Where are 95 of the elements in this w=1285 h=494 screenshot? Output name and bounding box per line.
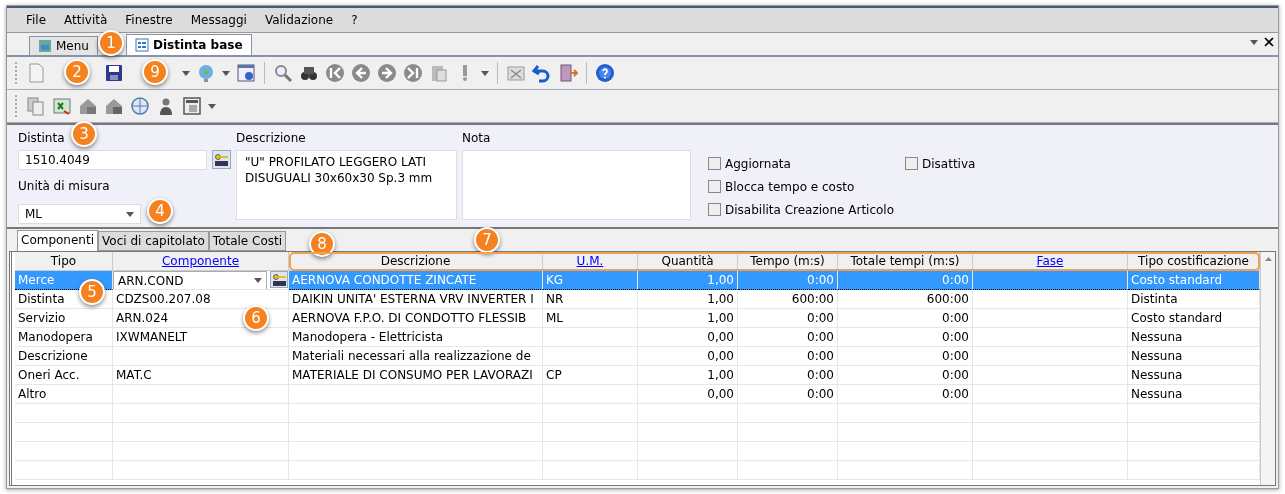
caret-icon[interactable] bbox=[126, 211, 134, 217]
table-cell: 1,00 bbox=[638, 290, 738, 309]
key-icon bbox=[214, 152, 229, 167]
menu-item[interactable]: ? bbox=[342, 13, 367, 27]
caret-icon[interactable] bbox=[182, 70, 190, 76]
table-cell: Manodopera bbox=[15, 328, 113, 347]
caret-icon[interactable] bbox=[208, 103, 216, 109]
table-cell: AERNOVA CONDOTTE ZINCATE bbox=[289, 271, 543, 290]
table-cell: Servizio bbox=[15, 309, 113, 328]
table-cell: 0:00 bbox=[838, 366, 973, 385]
table-cell: 0:00 bbox=[838, 385, 973, 404]
table-cell: Altro bbox=[15, 385, 113, 404]
lookup-button[interactable] bbox=[212, 150, 231, 169]
table-cell: 0,00 bbox=[638, 328, 738, 347]
last-icon[interactable] bbox=[403, 63, 423, 83]
caret-icon[interactable] bbox=[254, 278, 262, 283]
table-cell: 600:00 bbox=[738, 290, 838, 309]
caret-icon[interactable] bbox=[1250, 39, 1258, 45]
text-area[interactable]: "U" PROFILATO LEGGERO LATI DISUGUALI 30x60x30 Sp.3 mm bbox=[236, 150, 457, 220]
checkbox[interactable]: Aggiornata bbox=[708, 152, 905, 175]
checkbox[interactable]: Disattiva bbox=[905, 152, 976, 175]
table-cell: 0,00 bbox=[638, 385, 738, 404]
table-cell: 0:00 bbox=[838, 347, 973, 366]
table-cell: MAT.C bbox=[113, 366, 289, 385]
help-icon[interactable] bbox=[595, 63, 615, 83]
table-cell: 1,00 bbox=[638, 309, 738, 328]
house-grid-icon[interactable] bbox=[104, 96, 124, 116]
tab[interactable]: Voci di capitolato bbox=[98, 231, 209, 251]
table-cell: DAIKIN UNITA' ESTERNA VRV INVERTER I bbox=[289, 290, 543, 309]
table-cell: 1,00 bbox=[638, 271, 738, 290]
dropdown[interactable]: ML bbox=[18, 204, 141, 224]
menu-item[interactable]: File bbox=[17, 13, 56, 27]
lookup-button[interactable] bbox=[270, 271, 288, 288]
clipboard-icon[interactable] bbox=[429, 63, 449, 83]
table-cell: 0,00 bbox=[638, 347, 738, 366]
table-cell: KG bbox=[543, 271, 638, 290]
form-icon bbox=[134, 38, 149, 52]
undo-icon[interactable] bbox=[532, 63, 552, 83]
menu-item[interactable]: Finestre bbox=[116, 13, 182, 27]
table-cell: ML bbox=[543, 309, 638, 328]
table-cell: 0:00 bbox=[838, 328, 973, 347]
table-cell: 0:00 bbox=[838, 309, 973, 328]
caret-icon[interactable] bbox=[222, 70, 230, 76]
table-cell: NR bbox=[543, 290, 638, 309]
layout-icon[interactable] bbox=[182, 96, 202, 116]
globe-icon[interactable] bbox=[196, 63, 216, 83]
table-cell: Materiali necessari alla realizzazione de bbox=[289, 347, 543, 366]
table-cell: 0:00 bbox=[738, 385, 838, 404]
table-cell: 0:00 bbox=[738, 271, 838, 290]
table-cell: 600:00 bbox=[838, 290, 973, 309]
menu-item[interactable]: Validazione bbox=[255, 13, 343, 27]
tab[interactable]: Totale Costi bbox=[208, 231, 287, 251]
dropdown[interactable]: ARN.COND bbox=[113, 271, 267, 289]
checkbox[interactable]: Disabilita Creazione Articolo bbox=[708, 198, 905, 221]
save-icon[interactable] bbox=[104, 63, 124, 83]
close-icon[interactable] bbox=[1264, 37, 1274, 47]
document-tab[interactable]: Distinta base bbox=[125, 34, 252, 55]
table-cell: AERNOVA F.P.O. DI CONDOTTO FLESSIB bbox=[289, 309, 543, 328]
table-cell: 0:00 bbox=[738, 366, 838, 385]
spreadsheet-icon[interactable] bbox=[52, 96, 72, 116]
table-cell: Descrizione bbox=[15, 347, 113, 366]
scroll-up-icon[interactable] bbox=[1264, 257, 1272, 261]
input-field[interactable]: 1510.4049 bbox=[18, 150, 207, 170]
table-cell: CP bbox=[543, 366, 638, 385]
field-label: Unità di misura bbox=[18, 178, 110, 195]
menu-item[interactable]: Attività bbox=[55, 13, 117, 27]
caret-icon[interactable] bbox=[481, 70, 489, 76]
table-cell: 0:00 bbox=[738, 347, 838, 366]
column-header[interactable]: Componente bbox=[113, 252, 289, 271]
field-label: Distinta bbox=[18, 130, 65, 147]
table-cell: 0:00 bbox=[838, 271, 973, 290]
settings-window-icon[interactable] bbox=[236, 63, 256, 83]
envelope-x-icon[interactable] bbox=[506, 63, 526, 83]
field-label: Descrizione bbox=[236, 130, 306, 147]
table-cell: 0:00 bbox=[738, 309, 838, 328]
menu-item[interactable]: Messaggi bbox=[181, 13, 256, 27]
door-icon[interactable] bbox=[558, 63, 578, 83]
tab[interactable]: Componenti bbox=[17, 230, 98, 251]
column-header: Tipo bbox=[15, 252, 113, 271]
table-cell: 0:00 bbox=[738, 328, 838, 347]
table-cell: Oneri Acc. bbox=[15, 366, 113, 385]
table-cell: Manodopera - Elettricista bbox=[289, 328, 543, 347]
table-cell: Costo standard bbox=[1128, 271, 1260, 290]
table-cell: MATERIALE DI CONSUMO PER LAVORAZI bbox=[289, 366, 543, 385]
previous-icon[interactable] bbox=[351, 63, 371, 83]
field-label: Nota bbox=[462, 130, 491, 147]
house-grid-icon[interactable] bbox=[78, 96, 98, 116]
search-icon[interactable] bbox=[273, 63, 293, 83]
app-icon bbox=[38, 39, 52, 53]
table-cell: 1,00 bbox=[638, 366, 738, 385]
next-icon[interactable] bbox=[377, 63, 397, 83]
key-icon bbox=[271, 272, 287, 287]
checkbox[interactable]: Blocca tempo e costo bbox=[708, 175, 905, 198]
document-tab[interactable]: Menu bbox=[29, 36, 98, 55]
first-icon[interactable] bbox=[325, 63, 345, 83]
